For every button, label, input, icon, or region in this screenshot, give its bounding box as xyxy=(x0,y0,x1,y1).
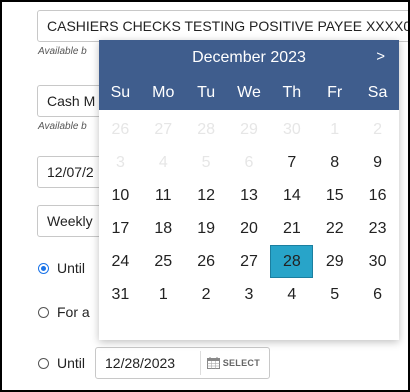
weekday-su: Su xyxy=(110,83,131,101)
next-month-button[interactable]: > xyxy=(376,48,385,65)
calendar-day[interactable]: 2 xyxy=(185,278,228,311)
calendar-day[interactable]: 14 xyxy=(270,179,313,212)
weekday-header: Su Mo Tu We Th Fr Sa xyxy=(99,75,399,110)
frequency-select[interactable]: Weekly xyxy=(37,205,107,237)
date-picker-header: December 2023 > xyxy=(99,40,399,75)
calendar-day[interactable]: 25 xyxy=(142,245,185,278)
calendar-day[interactable]: 7 xyxy=(270,146,313,179)
radio-until-date-row[interactable]: Until xyxy=(38,355,85,371)
calendar-day-disabled: 6 xyxy=(244,153,254,171)
calendar-day[interactable]: 3 xyxy=(228,278,271,311)
account-field[interactable]: Cash M xyxy=(37,85,107,117)
calendar-day[interactable]: 13 xyxy=(228,179,271,212)
calendar-day[interactable]: 4 xyxy=(270,278,313,311)
select-label: SELECT xyxy=(222,358,260,368)
calendar-day-disabled: 1 xyxy=(330,120,340,138)
weekday-we: We xyxy=(237,83,261,101)
calendar-day-disabled: 27 xyxy=(154,120,173,138)
calendar-day-disabled: 2 xyxy=(373,120,383,138)
calendar-day[interactable]: 31 xyxy=(99,278,142,311)
frequency-value: Weekly xyxy=(47,213,93,229)
calendar-day[interactable]: 24 xyxy=(99,245,142,278)
calendar-day[interactable]: 23 xyxy=(356,212,399,245)
radio-until-date[interactable] xyxy=(38,357,49,369)
until-date-value: 12/28/2023 xyxy=(105,355,176,371)
payee-available-label: Available b xyxy=(38,46,87,57)
calendar-day[interactable]: 30 xyxy=(356,245,399,278)
start-date-value: 12/07/2 xyxy=(47,164,94,180)
calendar-day[interactable]: 17 xyxy=(99,212,142,245)
payee-value: CASHIERS CHECKS TESTING POSITIVE PAYEE X… xyxy=(47,18,410,34)
calendar-day-disabled: 29 xyxy=(240,120,258,138)
radio-until-label: Until xyxy=(57,260,86,276)
calendar-day-disabled: 5 xyxy=(201,153,211,171)
calendar-day[interactable]: 15 xyxy=(313,179,356,212)
calendar-day-disabled: 3 xyxy=(115,153,125,171)
day-grid: 26 27 28 29 30 1 2 3 4 5 6 7 8 9 10 11 12 13 14 15 16 17 18 19 2… xyxy=(99,110,399,311)
radio-for-label: For a xyxy=(57,304,90,320)
calendar-day-disabled: 28 xyxy=(197,120,216,138)
calendar-day[interactable]: 18 xyxy=(142,212,185,245)
calendar-day-selected[interactable]: 28 xyxy=(270,245,314,278)
calendar-day-disabled: 26 xyxy=(111,120,130,138)
calendar-day[interactable]: 8 xyxy=(313,146,356,179)
weekday-mo: Mo xyxy=(152,83,175,101)
month-title: December 2023 xyxy=(192,48,306,66)
start-date-field[interactable]: 12/07/2 xyxy=(37,156,107,188)
calendar-day[interactable]: 22 xyxy=(313,212,356,245)
account-available-label: Available b xyxy=(38,121,87,132)
calendar-day[interactable]: 16 xyxy=(356,179,399,212)
account-value: Cash M xyxy=(47,93,96,109)
calendar-day[interactable]: 29 xyxy=(313,245,356,278)
radio-for[interactable] xyxy=(38,306,49,318)
radio-until-checked[interactable] xyxy=(38,262,49,274)
radio-until-row[interactable]: Until xyxy=(38,260,85,276)
calendar-day[interactable]: 1 xyxy=(142,278,185,311)
calendar-day[interactable]: 10 xyxy=(99,179,142,212)
weekday-fr: Fr xyxy=(327,83,343,101)
radio-until-date-label: Until xyxy=(57,355,86,371)
calendar-day[interactable]: 9 xyxy=(356,146,399,179)
weekday-sa: Sa xyxy=(367,83,388,101)
calendar-day-disabled: 30 xyxy=(282,120,301,138)
select-date-button[interactable]: SELECT xyxy=(199,351,266,375)
calendar-day[interactable]: 27 xyxy=(228,245,271,278)
calendar-day[interactable]: 26 xyxy=(185,245,228,278)
radio-for-row[interactable]: For a xyxy=(38,304,90,320)
calendar-day[interactable]: 21 xyxy=(270,212,313,245)
calendar-day[interactable]: 20 xyxy=(228,212,271,245)
calendar-day[interactable]: 5 xyxy=(313,278,356,311)
weekday-tu: Tu xyxy=(197,83,216,101)
scheduling-form: CASHIERS CHECKS TESTING POSITIVE PAYEE X… xyxy=(0,0,410,392)
date-picker-popup: December 2023 > Su Mo Tu We Th Fr Sa 26 27 28 29 3… xyxy=(99,40,399,340)
calendar-day-disabled: 4 xyxy=(158,153,168,171)
weekday-th: Th xyxy=(282,83,302,101)
payee-field[interactable]: CASHIERS CHECKS TESTING POSITIVE PAYEE X… xyxy=(37,10,410,42)
calendar-day[interactable]: 11 xyxy=(142,179,185,212)
until-date-input[interactable]: 12/28/2023 SELECT xyxy=(95,347,270,379)
calendar-day[interactable]: 19 xyxy=(185,212,228,245)
calendar-day[interactable]: 6 xyxy=(356,278,399,311)
calendar-day[interactable]: 12 xyxy=(185,179,228,212)
calendar-icon xyxy=(206,357,220,369)
